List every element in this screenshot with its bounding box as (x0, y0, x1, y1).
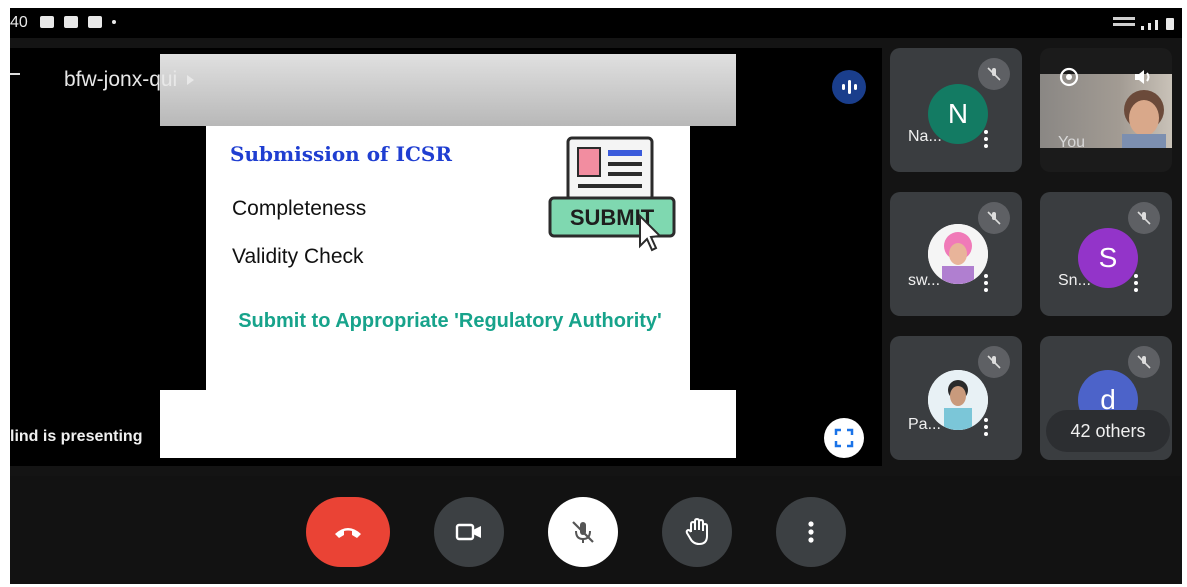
participant-name: Na... (908, 128, 942, 145)
status-icons (40, 16, 116, 28)
audio-level-icon (832, 70, 866, 104)
raise-hand-button[interactable] (662, 497, 732, 567)
participant-name: Pa... (908, 416, 941, 433)
more-options-icon[interactable] (984, 418, 988, 436)
chevron-right-icon (187, 75, 195, 85)
more-options-icon[interactable] (984, 130, 988, 148)
meet-screen: 40 bfw-jonx-qui Submission of ICSR Compl… (10, 8, 1182, 584)
mic-off-badge (978, 202, 1010, 234)
participant-tile[interactable]: sw... (890, 192, 1022, 316)
slide-border-left (160, 126, 206, 390)
mic-off-icon (987, 211, 1001, 225)
signal-bar-icon (1148, 23, 1151, 30)
message-icon (64, 16, 78, 28)
end-call-button[interactable] (306, 497, 390, 567)
mic-off-badge (1128, 202, 1160, 234)
signal-bar-icon (1155, 20, 1158, 30)
more-options-icon[interactable] (1134, 274, 1138, 292)
mic-off-badge (978, 346, 1010, 378)
shared-slide: Submission of ICSR Completeness Validity… (160, 54, 736, 458)
mic-off-icon (987, 355, 1001, 369)
presentation-stage: bfw-jonx-qui Submission of ICSR Complete… (10, 48, 882, 466)
participant-name: Sn... (1058, 272, 1091, 289)
fullscreen-button[interactable] (824, 418, 864, 458)
speaker-icon[interactable] (1128, 62, 1158, 92)
slide-item-validity-check: Validity Check (232, 245, 364, 268)
more-notifications-icon (112, 20, 116, 24)
call-controls (10, 476, 1182, 584)
end-call-icon (335, 528, 361, 538)
slide-submit-text: Submit to Appropriate 'Regulatory Author… (238, 310, 662, 332)
slide-heading: Submission of ICSR (230, 142, 452, 166)
switch-camera-icon[interactable] (1054, 62, 1084, 92)
participant-tile[interactable]: N Na... (890, 48, 1022, 172)
self-view-tile[interactable]: You (1040, 48, 1172, 172)
microphone-button[interactable] (548, 497, 618, 567)
fullscreen-icon (834, 428, 854, 448)
mic-off-icon (1137, 211, 1151, 225)
submit-illustration-icon: SUBMIT (548, 136, 676, 252)
self-label: You (1058, 134, 1085, 151)
participant-tile[interactable]: Pa... (890, 336, 1022, 460)
participant-name: sw... (908, 272, 941, 289)
gallery-icon (40, 16, 54, 28)
status-bar: 40 (10, 8, 1182, 38)
mic-off-icon (987, 67, 1001, 81)
participant-tile[interactable]: S Sn... (1040, 192, 1172, 316)
back-arrow-icon[interactable] (10, 73, 20, 75)
camera-icon (455, 523, 481, 541)
system-status (1113, 16, 1174, 30)
mic-off-icon (572, 521, 594, 543)
camera-button[interactable] (434, 497, 504, 567)
status-time: 40 (10, 14, 28, 31)
meeting-title[interactable]: bfw-jonx-qui (64, 68, 195, 92)
mic-off-badge (978, 58, 1010, 90)
more-options-icon[interactable] (984, 274, 988, 292)
raise-hand-icon (685, 518, 708, 546)
meeting-code: bfw-jonx-qui (64, 68, 178, 91)
presenting-label: lind is presenting (10, 428, 143, 445)
others-count-button[interactable]: 42 others (1046, 410, 1170, 452)
mic-off-icon (1137, 355, 1151, 369)
slide-border-right (690, 126, 736, 390)
slide-header-band (160, 54, 736, 126)
battery-icon (1166, 18, 1174, 30)
slide-item-completeness: Completeness (232, 197, 367, 220)
app-icon (88, 16, 102, 28)
mic-off-badge (1128, 346, 1160, 378)
signal-bar-icon (1141, 26, 1144, 30)
more-options-icon (808, 521, 814, 543)
more-options-button[interactable] (776, 497, 846, 567)
network-type-icon (1113, 16, 1137, 30)
